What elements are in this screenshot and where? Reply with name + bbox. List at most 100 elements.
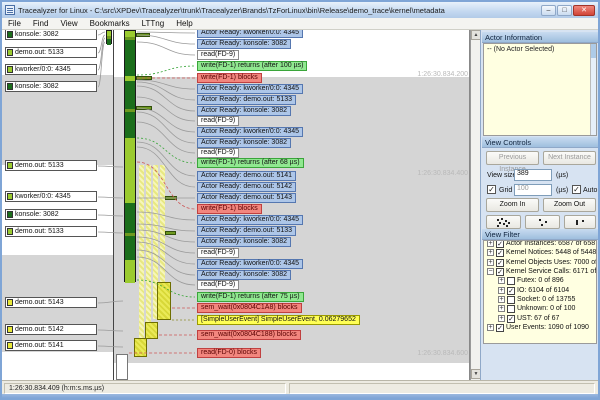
expand-icon[interactable]: + — [487, 249, 494, 256]
event-label[interactable]: Actor Ready: konsole: 3082 — [197, 39, 291, 49]
actor-label[interactable]: demo.out: 5143 — [5, 297, 97, 308]
trace-segment[interactable] — [125, 236, 135, 260]
next-instance-button[interactable]: Next Instance — [543, 151, 596, 165]
actor-label[interactable]: demo.out: 5133 — [5, 160, 97, 171]
filter-checkbox[interactable]: ✓ — [507, 287, 515, 295]
close-button[interactable]: ✕ — [573, 5, 595, 16]
actor-label[interactable]: demo.out: 5141 — [5, 340, 97, 351]
detail-medium-button[interactable] — [525, 215, 560, 229]
event-label[interactable]: Actor Ready: kworker/0:0: 4345 — [197, 215, 303, 225]
menu-item-find[interactable]: Find — [27, 19, 55, 28]
expand-icon[interactable]: + — [498, 277, 505, 284]
trace-segment[interactable] — [125, 81, 135, 109]
event-label[interactable]: write(FD-1) returns (after 100 µs) — [197, 61, 307, 71]
event-label[interactable]: Actor Ready: kworker/0:0: 4345 — [197, 259, 303, 269]
filter-checkbox[interactable]: ✓ — [496, 268, 504, 276]
auto-checkbox[interactable]: ✓ — [572, 185, 581, 194]
actor-label[interactable]: konsole: 3082 — [5, 29, 97, 40]
filter-tree-item[interactable]: +✓Kernel Objects Uses: 7000 of 7000 — [487, 258, 597, 267]
event-label[interactable]: read(FD-9) — [197, 148, 239, 158]
event-label[interactable]: Actor Ready: konsole: 3082 — [197, 106, 291, 116]
filter-tree-item[interactable]: +✓IO: 6104 of 6104 — [498, 286, 569, 295]
trace-segment[interactable] — [125, 40, 135, 76]
trace-segment[interactable] — [125, 138, 135, 203]
filter-checkbox[interactable] — [507, 305, 515, 313]
event-label[interactable]: write(FD-1) blocks — [197, 204, 262, 214]
menu-item-view[interactable]: View — [54, 19, 83, 28]
fragment-marker[interactable] — [165, 196, 177, 200]
event-label[interactable]: Actor Ready: demo.out: 5142 — [197, 182, 296, 192]
event-label[interactable]: Actor Ready: demo.out: 5133 — [197, 95, 296, 105]
filter-tree-item[interactable]: +Socket: 0 of 13755 — [498, 295, 575, 304]
trace-scrollbar[interactable]: ▲ ▼ — [470, 30, 480, 380]
filter-tree-item[interactable]: +Futex: 0 of 896 — [498, 276, 564, 285]
event-label[interactable]: read(FD-9) — [197, 248, 239, 258]
event-label[interactable]: Actor Ready: konsole: 3082 — [197, 138, 291, 148]
filter-checkbox[interactable] — [507, 296, 515, 304]
event-label[interactable]: Actor Ready: demo.out: 5133 — [197, 226, 296, 236]
filter-checkbox[interactable]: ✓ — [496, 324, 504, 332]
expand-icon[interactable]: + — [487, 240, 494, 247]
fragment-marker[interactable] — [136, 76, 152, 80]
filter-checkbox[interactable]: ✓ — [507, 315, 515, 323]
event-label[interactable]: sem_wait(0x0804C1A8) blocks — [197, 303, 302, 313]
trace-block[interactable] — [157, 282, 171, 320]
fragment-marker[interactable] — [165, 231, 176, 235]
filter-tree-item[interactable]: +✓User Events: 1090 of 1090 — [487, 323, 589, 332]
event-label[interactable]: sem_wait(0x0804C188) blocks — [197, 330, 301, 340]
event-label[interactable]: write(FD-1) returns (after 75 µs) — [197, 292, 304, 302]
filter-checkbox[interactable]: ✓ — [496, 259, 504, 267]
trace-segment[interactable] — [125, 260, 135, 283]
event-label[interactable]: Actor Ready: kworker/0:0: 4345 — [197, 127, 303, 137]
event-label[interactable]: write(FD-1) blocks — [197, 73, 262, 83]
trace-block[interactable] — [116, 354, 128, 380]
event-label[interactable]: read(FD-9) — [197, 280, 239, 290]
filter-tree-item[interactable]: +✓Kernel Notices: 5448 of 5448 — [487, 248, 596, 257]
filter-tree-item[interactable]: +✓Actor Instances: 6587 of 6587 — [487, 240, 597, 248]
previous-instance-button[interactable]: Previous Instance — [486, 151, 539, 165]
event-label[interactable]: read(FD-9) — [197, 50, 239, 60]
event-label[interactable]: write(FD-1) returns (after 68 µs) — [197, 158, 304, 168]
view-size-input[interactable]: 389 — [514, 169, 552, 181]
expand-icon[interactable]: + — [498, 305, 505, 312]
actor-label[interactable]: kworker/0:0: 4345 — [5, 191, 97, 202]
filter-checkbox[interactable]: ✓ — [496, 240, 504, 248]
expand-icon[interactable]: + — [487, 259, 494, 266]
actor-label[interactable]: demo.out: 5133 — [5, 47, 97, 58]
actor-label[interactable]: demo.out: 5142 — [5, 324, 97, 335]
event-label[interactable]: [SimpleUserEvent] SimpleUserEvent, 0.062… — [197, 315, 360, 325]
filter-tree-item[interactable]: +✓UST: 67 of 67 — [498, 314, 559, 323]
event-label[interactable]: Actor Ready: demo.out: 5143 — [197, 193, 296, 203]
filter-checkbox[interactable]: ✓ — [496, 249, 504, 257]
event-label[interactable]: Actor Ready: kworker/0:0: 4345 — [197, 84, 303, 94]
execution-column[interactable] — [124, 30, 136, 282]
filter-tree-item[interactable]: +Unknown: 0 of 100 — [498, 304, 575, 313]
detail-dense-button[interactable] — [486, 215, 521, 229]
actor-information-scrollbar[interactable] — [590, 44, 596, 135]
filter-tree-item[interactable]: −✓Kernel Service Calls: 6171 of 20922 — [487, 267, 597, 276]
maximize-button[interactable]: □ — [557, 5, 572, 16]
expand-icon[interactable]: + — [498, 296, 505, 303]
menu-item-help[interactable]: Help — [170, 19, 198, 28]
fragment-marker[interactable] — [136, 106, 152, 110]
trace-block[interactable] — [145, 322, 158, 339]
menu-item-lttng[interactable]: LTTng — [136, 19, 171, 28]
actor-label[interactable]: kworker/0:0: 4345 — [5, 64, 97, 75]
trace-segment[interactable] — [125, 112, 135, 138]
menu-item-bookmarks[interactable]: Bookmarks — [84, 19, 136, 28]
fragment-marker[interactable] — [136, 33, 150, 37]
actor-label[interactable]: konsole: 3082 — [5, 81, 97, 92]
trace-block[interactable] — [134, 338, 147, 357]
mini-execution-column[interactable] — [106, 30, 112, 44]
expand-icon[interactable]: + — [498, 287, 505, 294]
grid-checkbox[interactable]: ✓ — [487, 185, 496, 194]
expand-icon[interactable]: + — [498, 315, 505, 322]
zoom-out-button[interactable]: Zoom Out — [543, 198, 596, 212]
expand-icon[interactable]: + — [487, 324, 494, 331]
trace-segment[interactable] — [107, 39, 111, 45]
actor-label[interactable]: konsole: 3082 — [5, 209, 97, 220]
event-label[interactable]: read(FD-9) — [197, 116, 239, 126]
zoom-in-button[interactable]: Zoom In — [486, 198, 539, 212]
collapse-icon[interactable]: − — [487, 268, 494, 275]
grid-input[interactable]: 100 — [514, 184, 552, 196]
